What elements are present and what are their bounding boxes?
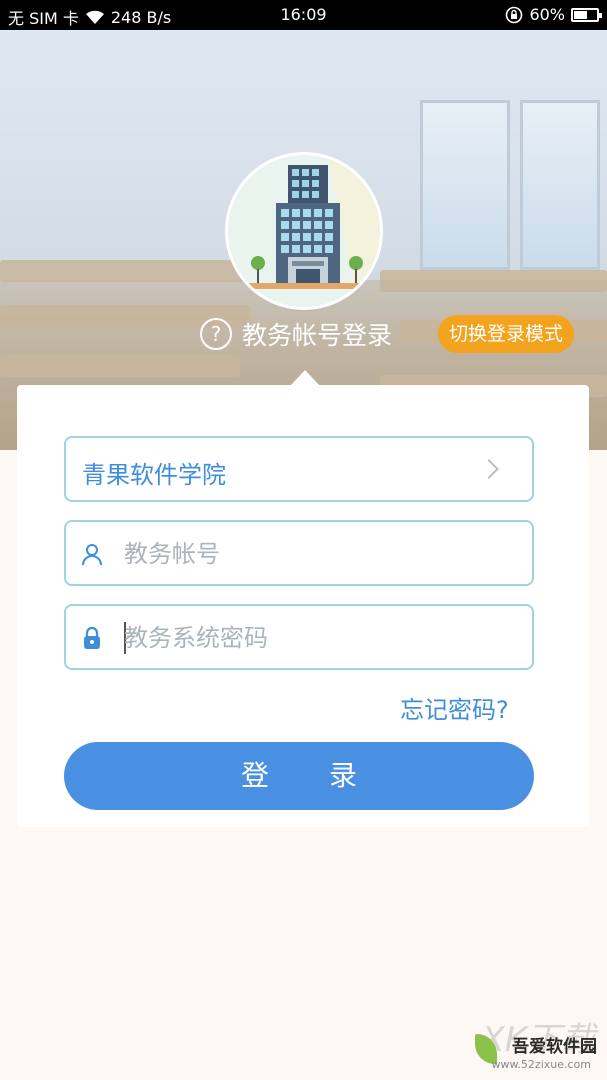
login-label-second: 录 [329,759,358,792]
site-watermark: XK下载 吾爱软件园 www.52zixue.com [475,1012,601,1076]
switch-login-mode-button[interactable]: 切换登录模式 [438,315,574,353]
password-field[interactable] [64,604,534,670]
battery-fill [574,10,588,19]
chevron-right-icon [479,459,499,479]
rotation-lock-icon [506,6,523,23]
lock-icon [84,626,100,649]
status-bar: 无 SIM 卡 248 B/s 16:09 60% [0,0,607,30]
login-label-first: 登 [240,759,269,792]
help-icon[interactable]: ? [200,318,232,350]
watermark-name: 吾爱软件园 [512,1037,597,1057]
password-input[interactable] [124,616,514,660]
account-input[interactable] [124,532,514,576]
watermark-url: www.52zixue.com [491,1058,591,1071]
forgot-password-link[interactable]: 忘记密码? [400,690,509,725]
battery-icon [571,7,602,22]
school-name: 青果软件学院 [82,461,226,489]
page-title: 教务帐号登录 [242,321,393,350]
login-title-row: ? 教务帐号登录 [200,316,392,352]
building-icon [248,155,380,307]
card-pointer [290,370,320,386]
account-field[interactable] [64,520,534,586]
battery-percent: 60% [529,5,565,24]
login-button[interactable]: 登录 [64,742,534,810]
user-icon [82,544,102,566]
school-building-avatar [225,152,383,310]
status-right: 60% [505,5,602,24]
school-selector[interactable]: 青果软件学院 [64,436,534,502]
